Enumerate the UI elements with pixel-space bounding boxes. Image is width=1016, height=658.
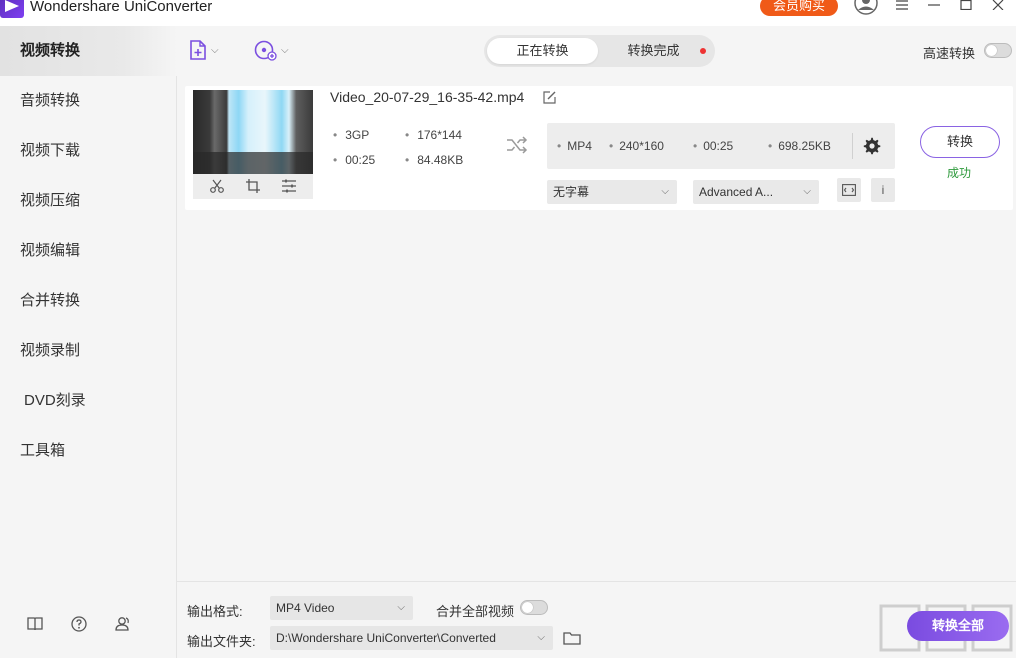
file-name: Video_20-07-29_16-35-42.mp4 bbox=[330, 89, 524, 105]
chevron-down-icon: ⌵ bbox=[281, 45, 289, 56]
add-disc-icon bbox=[253, 39, 277, 61]
chevron-down-icon: ⌵ bbox=[211, 45, 219, 56]
subtitle-select[interactable]: 无字幕 ⌵ bbox=[547, 180, 677, 204]
sidebar-item-video-compress[interactable]: 视频压缩 bbox=[0, 176, 177, 226]
subtitle-icon bbox=[842, 184, 856, 196]
source-duration: 00:25 bbox=[333, 153, 375, 167]
convert-all-button[interactable]: 转换全部 bbox=[907, 611, 1009, 641]
minimize-icon[interactable] bbox=[924, 0, 944, 16]
audio-track-select-value: Advanced A... bbox=[699, 185, 773, 199]
edit-name-icon[interactable] bbox=[542, 90, 557, 105]
sidebar-item-video-record[interactable]: 视频录制 bbox=[0, 326, 177, 376]
convert-button[interactable]: 转换 bbox=[920, 126, 1000, 158]
output-size: 698.25KB bbox=[768, 139, 831, 153]
thumbnail-toolbar bbox=[193, 174, 313, 199]
chevron-down-icon: ⌵ bbox=[537, 626, 545, 650]
convert-arrow-icon bbox=[505, 134, 529, 156]
source-resolution: 176*144 bbox=[405, 128, 462, 142]
audio-track-select[interactable]: Advanced A... ⌵ bbox=[693, 180, 819, 204]
output-folder-label: 输出文件夹: bbox=[187, 631, 256, 650]
merge-all-toggle[interactable] bbox=[520, 600, 548, 615]
tab-converted[interactable]: 转换完成 bbox=[600, 38, 707, 64]
add-file-button[interactable]: ⌵ bbox=[189, 39, 219, 61]
info-button[interactable]: i bbox=[871, 178, 895, 202]
subtitle-edit-button[interactable] bbox=[837, 178, 861, 202]
divider bbox=[852, 133, 853, 159]
merge-all-label: 合并全部视频 bbox=[436, 601, 514, 620]
effects-icon[interactable] bbox=[281, 178, 297, 194]
file-item-card: Video_20-07-29_16-35-42.mp4 3GP 176*144 … bbox=[185, 86, 1013, 210]
add-file-icon bbox=[189, 39, 207, 61]
fast-convert-label: 高速转换 bbox=[923, 43, 975, 62]
folder-icon[interactable] bbox=[563, 630, 581, 646]
crop-icon[interactable] bbox=[245, 178, 261, 194]
video-thumbnail[interactable] bbox=[193, 90, 313, 174]
conversion-tabs: 正在转换 转换完成 bbox=[484, 35, 715, 67]
help-icon[interactable] bbox=[70, 615, 88, 633]
app-window: Wondershare UniConverter 会员购买 视频转换 音频转换 … bbox=[0, 0, 1016, 658]
gear-icon[interactable] bbox=[863, 137, 881, 155]
trim-icon[interactable] bbox=[209, 178, 225, 194]
sidebar-item-video-download[interactable]: 视频下载 bbox=[0, 126, 177, 176]
sidebar-item-video-convert[interactable]: 视频转换 bbox=[0, 26, 177, 76]
source-format: 3GP bbox=[333, 128, 369, 142]
main-panel: ⌵ ⌵ 正在转换 转换完成 高速转换 bbox=[177, 26, 1016, 581]
fast-convert-toggle[interactable] bbox=[984, 43, 1012, 58]
sidebar-item-audio-convert[interactable]: 音频转换 bbox=[0, 76, 177, 126]
account-avatar-icon[interactable] bbox=[853, 0, 879, 18]
chevron-down-icon: ⌵ bbox=[661, 180, 669, 204]
sidebar-item-merge-convert[interactable]: 合并转换 bbox=[0, 276, 177, 326]
user-icon[interactable] bbox=[114, 615, 132, 633]
maximize-icon[interactable] bbox=[956, 0, 976, 16]
output-duration: 00:25 bbox=[693, 139, 733, 153]
app-logo-icon bbox=[0, 0, 24, 18]
add-disc-button[interactable]: ⌵ bbox=[253, 39, 289, 61]
subtitle-select-value: 无字幕 bbox=[553, 185, 589, 199]
sidebar: 视频转换 音频转换 视频下载 视频压缩 视频编辑 合并转换 视频录制 DVD刻录… bbox=[0, 26, 177, 658]
menu-icon[interactable] bbox=[892, 0, 912, 16]
output-resolution: 240*160 bbox=[609, 139, 664, 153]
book-icon[interactable] bbox=[26, 616, 44, 634]
app-title: Wondershare UniConverter bbox=[30, 0, 212, 15]
output-folder-select[interactable]: D:\Wondershare UniConverter\Converted ⌵ bbox=[270, 626, 553, 650]
output-format-select-value: MP4 Video bbox=[276, 601, 334, 615]
status-label: 成功 bbox=[947, 164, 971, 181]
footer-bar: 输出格式: MP4 Video ⌵ 合并全部视频 输出文件夹: D:\Wonde… bbox=[177, 581, 1016, 658]
sidebar-item-toolbox[interactable]: 工具箱 bbox=[0, 426, 177, 476]
sidebar-item-dvd-burn[interactable]: DVD刻录 bbox=[0, 376, 177, 426]
title-bar: Wondershare UniConverter 会员购买 bbox=[0, 0, 1016, 26]
output-format-label: 输出格式: bbox=[187, 601, 243, 620]
source-size: 84.48KB bbox=[405, 153, 463, 167]
close-icon[interactable] bbox=[988, 0, 1008, 16]
output-settings-box[interactable]: MP4 240*160 00:25 698.25KB bbox=[547, 123, 895, 169]
output-folder-path: D:\Wondershare UniConverter\Converted bbox=[276, 631, 496, 645]
chevron-down-icon: ⌵ bbox=[397, 596, 405, 620]
chevron-down-icon: ⌵ bbox=[803, 180, 811, 204]
output-format: MP4 bbox=[557, 139, 592, 153]
sidebar-item-video-edit[interactable]: 视频编辑 bbox=[0, 226, 177, 276]
notification-dot bbox=[700, 48, 706, 54]
vip-purchase-button[interactable]: 会员购买 bbox=[760, 0, 838, 16]
output-format-select[interactable]: MP4 Video ⌵ bbox=[270, 596, 413, 620]
tab-converting[interactable]: 正在转换 bbox=[487, 38, 598, 64]
